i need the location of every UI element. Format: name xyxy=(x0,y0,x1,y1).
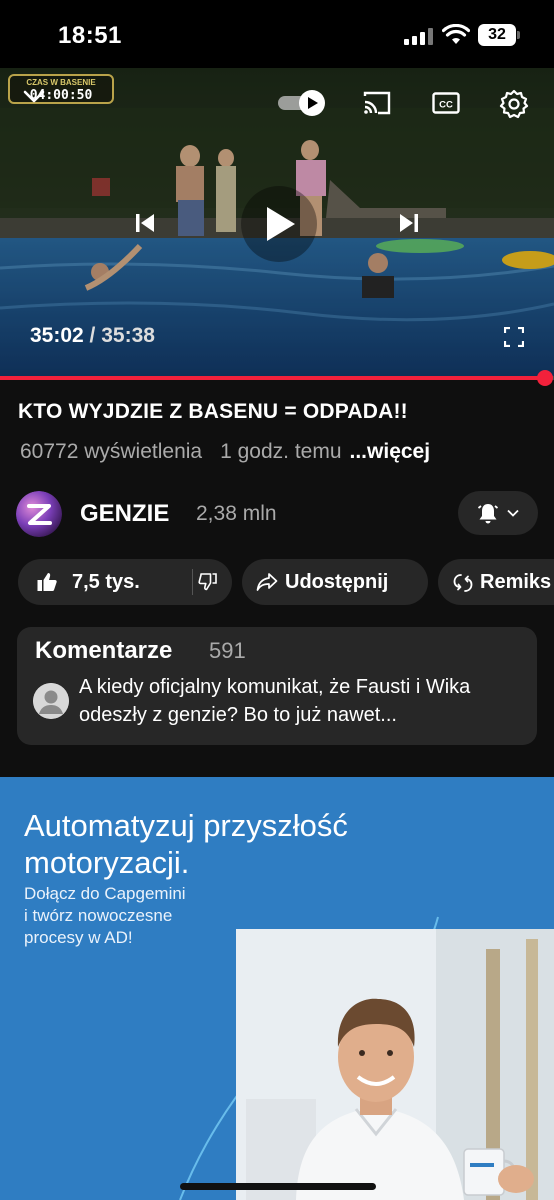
share-label: Udostępnij xyxy=(285,571,389,593)
share-button[interactable]: Udostępnij xyxy=(242,559,428,605)
ad-headline-line1: Automatyzuj przyszłość xyxy=(24,808,348,843)
fullscreen-icon[interactable] xyxy=(504,327,524,347)
more-link[interactable]: ...więcej xyxy=(350,440,431,463)
play-icon xyxy=(267,207,295,241)
thumb-up-icon[interactable] xyxy=(36,571,58,593)
ad-photo xyxy=(236,929,554,1200)
comments-count: 591 xyxy=(209,638,246,663)
like-count[interactable]: 7,5 tys. xyxy=(72,571,140,594)
top-comment-text: A kiedy oficjalny komunikat, że Fausti i… xyxy=(79,676,471,726)
subscription-bell-button[interactable] xyxy=(458,491,538,535)
video-title[interactable]: KTO WYJDZIE Z BASENU = ODPADA!! xyxy=(18,400,408,424)
captions-icon[interactable]: CC xyxy=(432,92,460,114)
status-time: 18:51 xyxy=(58,22,122,49)
video-meta[interactable]: 60772 wyświetlenia 1 godz. temu ...więcej xyxy=(20,440,430,464)
cast-icon[interactable] xyxy=(362,90,392,116)
svg-text:CC: CC xyxy=(439,100,453,111)
wifi-icon xyxy=(442,24,470,44)
channel-avatar[interactable] xyxy=(16,491,62,537)
home-indicator xyxy=(180,1183,376,1190)
remix-icon xyxy=(453,574,473,592)
current-time: 35:02 xyxy=(30,324,84,347)
battery-icon: 32 xyxy=(478,24,520,46)
ad-sub-line2: i twórz nowoczesne xyxy=(24,906,173,925)
autoplay-toggle-icon[interactable] xyxy=(276,88,328,118)
play-button[interactable] xyxy=(241,186,317,262)
chevron-down-icon[interactable] xyxy=(22,88,46,106)
signal-icon xyxy=(404,27,434,45)
user-avatar-icon xyxy=(33,683,69,719)
time-display: 35:02 / 35:38 xyxy=(30,324,155,348)
previous-icon[interactable] xyxy=(132,210,158,236)
subscriber-count: 2,38 mln xyxy=(196,502,277,525)
ad-sub-line3: procesy w AD! xyxy=(24,928,133,947)
ad-banner[interactable]: Automatyzuj przyszłość motoryzacji. Dołą… xyxy=(0,777,554,1200)
comments-title: Komentarze xyxy=(35,637,173,664)
overlay-badge-title: CZAS W BASENIE xyxy=(26,78,96,87)
chevron-down-icon xyxy=(507,509,519,517)
comments-panel[interactable]: Komentarze 591 A kiedy oficjalny komunik… xyxy=(17,627,537,745)
ad-sub-line1: Dołącz do Capgemini xyxy=(24,884,186,903)
remix-label: Remiks xyxy=(480,571,552,593)
progress-bar[interactable] xyxy=(0,370,554,386)
pill-divider xyxy=(192,569,193,595)
thumb-down-icon[interactable] xyxy=(198,572,218,592)
like-dislike-group: 7,5 tys. xyxy=(18,559,232,605)
ad-subtext: Dołącz do Capgemini i twórz nowoczesne p… xyxy=(24,883,244,949)
ad-headline: Automatyzuj przyszłość motoryzacji. xyxy=(24,807,348,881)
progress-handle[interactable] xyxy=(536,370,553,386)
next-icon[interactable] xyxy=(396,210,422,236)
settings-gear-icon[interactable] xyxy=(499,89,529,119)
progress-fill xyxy=(0,376,545,380)
duration: 35:38 xyxy=(101,324,155,347)
bell-icon xyxy=(477,504,499,524)
status-bar: 18:51 32 xyxy=(0,0,554,68)
video-player[interactable]: CZAS W BASENIE 04:00:50 CC 35:02 / 35:38 xyxy=(0,68,554,376)
view-count: 60772 wyświetlenia xyxy=(20,440,203,463)
time-separator: / xyxy=(83,324,102,347)
share-icon xyxy=(256,573,278,591)
ad-headline-line2: motoryzacji. xyxy=(24,845,190,880)
channel-name[interactable]: GENZIE xyxy=(80,500,169,528)
upload-time: 1 godz. temu xyxy=(220,440,342,463)
remix-button[interactable]: Remiks xyxy=(438,559,554,605)
